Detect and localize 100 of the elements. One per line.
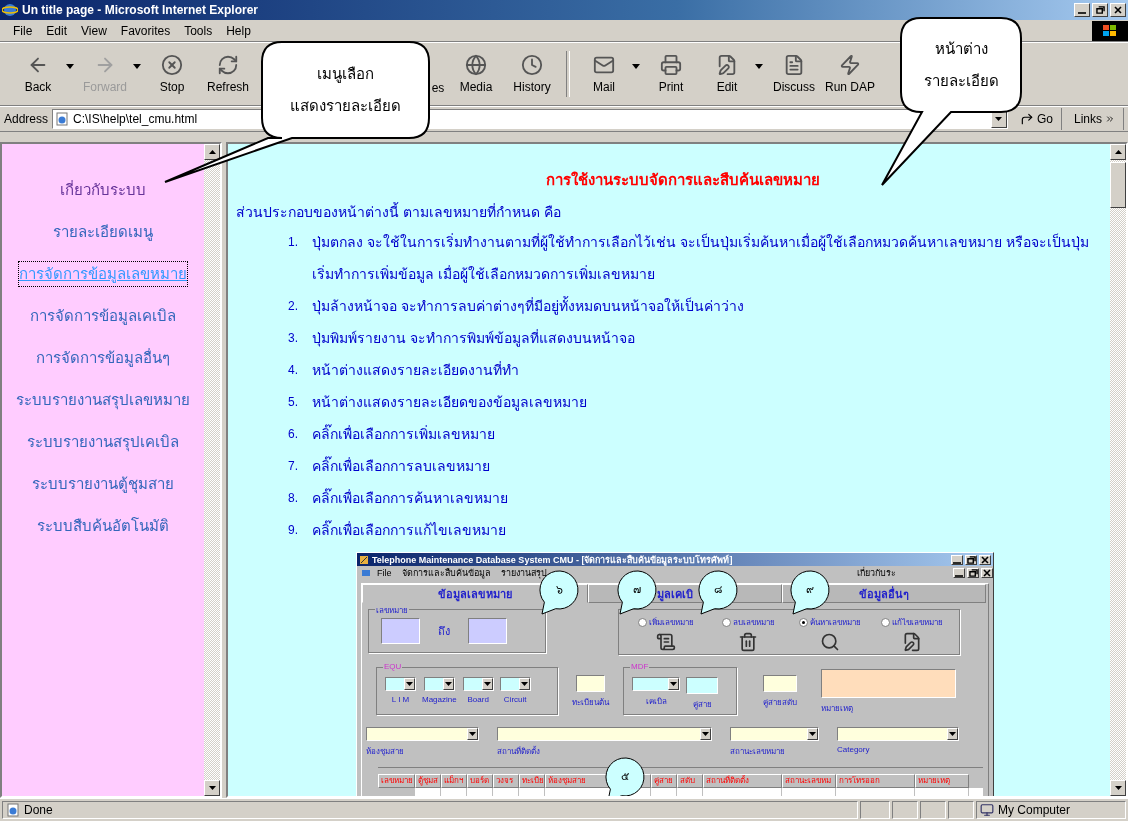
toolbar-button[interactable]: Run DAP [822,46,878,102]
dropdown-field[interactable] [385,677,416,691]
notes-field[interactable] [821,669,956,698]
menu-item[interactable]: Tools [177,23,220,38]
trash-icon [738,632,758,652]
sidebar-link[interactable]: ระบบรายงานสรุปเคเบิล [27,430,179,454]
menu-item[interactable]: Favorites [113,23,178,38]
document-icon [783,54,805,76]
dropdown-field[interactable] [366,727,479,741]
document-edit-icon [902,632,922,652]
toolbar-button[interactable]: es [428,46,448,102]
close-button[interactable] [981,568,993,578]
radio-button[interactable] [881,618,890,627]
field-label: ทะเบียนต้น [572,697,609,709]
toolbar-button[interactable]: History [504,46,560,102]
field-label: คู่สายสดับ [763,697,797,709]
field-label: สถานที่ติดตั้ง [497,745,540,758]
radio-button[interactable] [721,618,731,627]
status-panel [892,801,918,819]
menu-item[interactable]: จัดการและสืบค้นข้อมูล [397,566,495,580]
field-label: สถานะเลขหมาย [730,746,785,758]
input-field[interactable] [468,618,507,644]
dropdown-field[interactable] [462,677,494,691]
sidebar-link[interactable]: การจัดการข้อมูลเคเบิล [30,304,176,328]
menu-item[interactable]: File [373,568,396,578]
down-arrow-icon [995,117,1003,121]
sidebar-link[interactable]: ระบบรายงานสรุปเลขหมาย [16,388,190,412]
toolbar-button[interactable]: Print [643,46,699,102]
list-number: 7. [288,458,299,475]
callout-text: รายละเอียด [923,71,999,91]
callout-text: เมนูเลือก [317,64,374,85]
list-text: ปุ่มล้างหน้าจอ จะทำการลบค่าต่างๆที่มีอยู่ทั้งหมดบนหน้าจอให้เป็นค่าว่าง [312,295,744,317]
mail-icon [593,54,615,76]
minimize-button[interactable] [1074,3,1090,17]
restore-button[interactable] [965,554,977,565]
column-header: ตู้ชุมส [415,774,441,788]
toolbar-button[interactable]: Refresh [200,46,256,102]
menu-item[interactable]: View [74,23,114,38]
document-edit-icon [716,54,738,76]
input-field[interactable] [576,675,605,692]
list-number: 5. [288,394,299,411]
printer-icon [660,54,682,76]
sidebar-link[interactable]: การจัดการข้อมูลอื่นๆ [36,346,170,370]
toolbar-button[interactable]: Mail [576,46,632,102]
links-button[interactable]: Links [1066,108,1124,130]
menu-item[interactable]: File [6,23,40,38]
list-text: ปุ่มพิมพ์รายงาน จะทำการพิมพ์ข้อมูลที่แสดงบนหน้าจอ [312,328,635,349]
minimize-button[interactable] [953,568,965,578]
menu-item[interactable]: Edit [39,23,75,38]
input-field[interactable] [763,675,797,692]
radio-option[interactable]: แก้ไขเลขหมาย [881,616,943,629]
sidebar-link[interactable]: เกี่ยวกับระบบ [60,178,146,202]
scroll-thumb[interactable] [1110,162,1126,208]
scroll-down-button[interactable] [204,780,220,796]
sidebar-link[interactable]: ระบบรายงานตู้ชุมสาย [32,472,174,496]
restore-button[interactable] [967,568,979,578]
menu-item[interactable]: Help [219,23,258,38]
dropdown-field[interactable] [423,677,455,691]
dropdown-field[interactable] [837,727,959,741]
toolbar-button[interactable]: Media [448,46,504,102]
toolbar-button[interactable]: Edit [699,46,755,102]
sidebar-link[interactable]: ระบบสืบค้นอัตโนมัติ [37,514,169,538]
menu-item[interactable]: เกี่ยวกับระ [852,566,900,580]
list-number: 4. [288,362,299,379]
dropdown-field[interactable] [497,727,712,741]
scroll-up-button[interactable] [1110,144,1126,160]
dropdown-field[interactable] [499,677,531,691]
toolbar-button[interactable]: Stop [144,46,200,102]
radio-option[interactable]: ลบเลขหมาย [721,616,775,629]
radio-button[interactable] [799,618,808,627]
close-icon [981,555,989,564]
down-arrow-icon [444,682,452,686]
close-button[interactable] [979,554,991,565]
sidebar-link[interactable]: รายละเอียดเมนู [53,220,153,244]
number-callout-tooltip [605,757,645,796]
close-button[interactable] [1110,3,1126,17]
radio-option[interactable]: เพิ่มเลขหมาย [638,616,694,629]
dropdown-field[interactable] [632,677,680,691]
down-arrow-icon [702,732,709,736]
caret-icon[interactable] [632,63,640,69]
toolbar-button[interactable]: Back [10,46,66,102]
caret-icon[interactable] [755,63,763,69]
radio-button[interactable] [638,618,647,627]
input-field[interactable] [381,618,420,644]
column-header: เลขหมาย [378,774,415,788]
radio-option[interactable]: ค้นหาเลขหมาย [799,616,861,629]
clock-icon [521,54,543,76]
group-label: EQU [383,662,403,671]
marker-number: ๙ [805,582,815,596]
caret-icon[interactable] [66,63,74,69]
toolbar-button[interactable]: Discuss [766,46,822,102]
restore-icon [966,555,976,564]
minimize-button[interactable] [951,554,963,565]
status-panel [948,801,974,819]
list-text: หน้าต่างแสดงรายละเอียดของข้อมูลเลขหมาย [312,393,587,413]
scroll-up-button[interactable] [204,144,220,160]
scroll-down-button[interactable] [1110,780,1126,796]
input-field[interactable] [686,677,718,694]
menu-item[interactable]: รายงานสรุป [496,566,551,580]
dropdown-field[interactable] [730,727,819,741]
